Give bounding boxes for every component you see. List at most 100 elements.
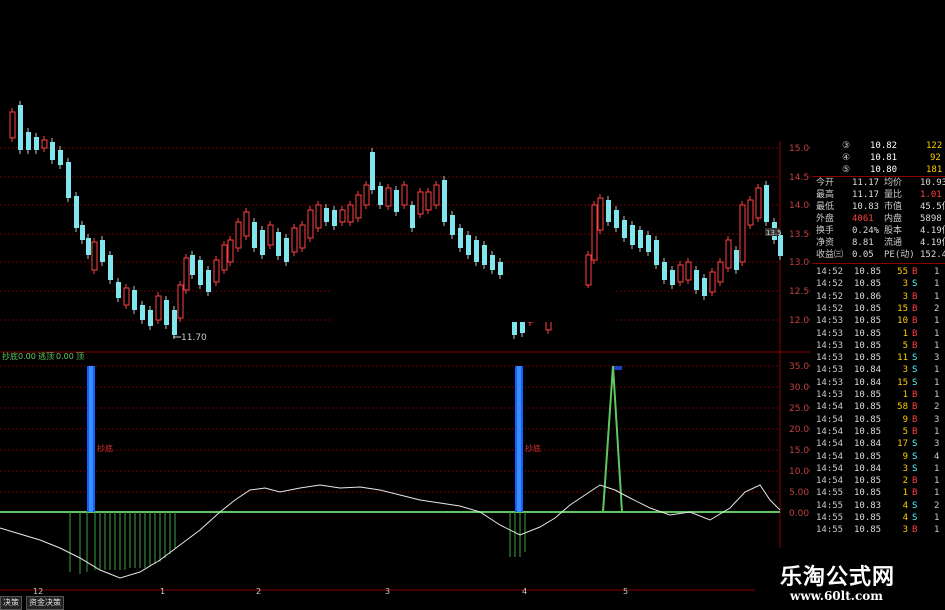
candle-body (654, 240, 659, 265)
candle-body (213, 259, 220, 283)
tick-row: 14:53 10.84 3 S 1 (816, 365, 940, 376)
indicator-axis-label: 35.00 (789, 362, 810, 372)
tick-row: 14:54 10.85 58 B 2 (816, 402, 940, 413)
candle-body (458, 228, 463, 248)
x-axis-label: 12 (33, 587, 43, 596)
candle-body (34, 137, 39, 150)
candle-body (324, 208, 329, 222)
candle-body (370, 152, 375, 190)
candle-body (646, 235, 651, 252)
candle-body (702, 278, 707, 296)
candle-body (291, 227, 298, 253)
candle-body (394, 190, 399, 212)
candle-body (164, 300, 169, 325)
candle-body (26, 132, 31, 150)
indicator-axis-label: 5.00 (789, 488, 809, 498)
candle-body (425, 191, 432, 211)
quote-row: 换手0.24%股本4.19亿 (816, 226, 945, 236)
quote-row: 净资8.81流通4.19亿 (816, 238, 945, 248)
candle-body (198, 260, 203, 285)
candle-body (670, 270, 675, 285)
candle-body (315, 204, 322, 229)
price-axis-label: 13.50 (789, 230, 810, 240)
candle-body (260, 230, 265, 255)
indicator-value-1: 0.00 (18, 352, 36, 361)
candle-body (243, 211, 250, 237)
indicator-name-3: 顶 (76, 352, 84, 361)
tick-row: 14:52 10.85 3 S 1 (816, 279, 940, 290)
candle-body (482, 245, 487, 265)
candle-body (591, 204, 598, 261)
candle-body (155, 295, 162, 321)
candle-body (177, 284, 184, 319)
bottom-tabs: 决策 资金决策 (0, 596, 200, 610)
candle-body (190, 255, 195, 275)
candle-body (694, 270, 699, 290)
candle-body (58, 150, 63, 165)
low-price-marker: 11.70 (181, 333, 207, 343)
indicator-value-2: 0.00 (56, 352, 74, 361)
watermark-url: www.60lt.com (790, 589, 883, 603)
price-axis-label: 13.00 (789, 258, 810, 268)
candle-body (347, 204, 354, 223)
candle-body (677, 264, 684, 283)
x-axis-label: 5 (623, 587, 628, 596)
candle-body (442, 180, 447, 222)
candle-body (417, 191, 424, 215)
green-spike (602, 365, 623, 513)
tick-row: 14:55 10.85 1 B 1 (816, 488, 940, 499)
tick-row: 14:52 10.85 55 B 1 (816, 267, 940, 277)
candle-body (307, 209, 314, 239)
signal-label: 抄底 (97, 443, 113, 453)
candle-body (755, 187, 762, 219)
x-axis-label: 2 (256, 587, 261, 596)
candle-body (206, 270, 211, 292)
price-axis-label: 14.50 (789, 173, 810, 183)
signal-label: 抄底 (525, 443, 541, 453)
candle-body (91, 241, 98, 271)
candle-body (140, 305, 145, 320)
candle-body (9, 111, 16, 139)
candle-body (50, 142, 55, 160)
right-price-marker: 13.5 (766, 229, 782, 237)
candle-body (172, 310, 177, 335)
indicator-axis-label: 20.00 (789, 425, 810, 435)
candle-body (498, 262, 503, 275)
x-axis-label: 1 (160, 587, 165, 596)
indicator-name-1: 抄底 (2, 351, 18, 361)
candle-body (490, 255, 495, 270)
candle-body (299, 224, 306, 249)
tab-decision[interactable]: 决策 (0, 596, 22, 610)
candle-body (778, 235, 783, 256)
price-axis-label: 14.00 (789, 201, 810, 211)
redacted-region (535, 0, 945, 141)
quote-panel: ③ 10.82 122 ④ 10.81 92 ⑤ 10.80 181 今开 11.… (812, 141, 945, 550)
candle-body (284, 238, 289, 262)
quote-row: 今开 11.17 均价 10.93 (816, 178, 945, 188)
tick-row: 14:52 10.85 15 B 2 (816, 303, 940, 314)
candle-body (355, 194, 362, 219)
order-book-row: ⑤ 10.80 181 (842, 165, 943, 175)
indicator-axis-label: 10.00 (789, 467, 810, 477)
tick-row: 14:53 10.85 5 B 1 (816, 340, 940, 351)
tab-fund-decision[interactable]: 资金决策 (26, 596, 64, 610)
candle-body (100, 240, 105, 262)
quote-row: 最高 11.17 量比 1.01 (816, 190, 942, 200)
candle-body (739, 204, 746, 263)
candle-body (717, 261, 724, 283)
tick-row: 14:54 10.85 2 B 1 (816, 476, 940, 487)
candle-body (450, 215, 455, 235)
candle-body (662, 262, 667, 280)
candle-body (66, 162, 71, 198)
tick-row: 14:55 10.85 3 B 1 (816, 525, 940, 536)
candle-body (585, 254, 592, 286)
indicator-axis-label: 15.00 (789, 446, 810, 456)
candle-body (401, 184, 408, 206)
order-book-row: ④ 10.81 92 (842, 153, 941, 163)
candle-body (614, 210, 619, 228)
candle-body (123, 287, 130, 306)
oscillator-line (0, 484, 781, 579)
quote-row: 外盘 4061 内盘 5898 (816, 214, 942, 224)
tick-row: 14:54 10.85 9 B 3 (816, 414, 940, 425)
candle-body (363, 184, 370, 206)
